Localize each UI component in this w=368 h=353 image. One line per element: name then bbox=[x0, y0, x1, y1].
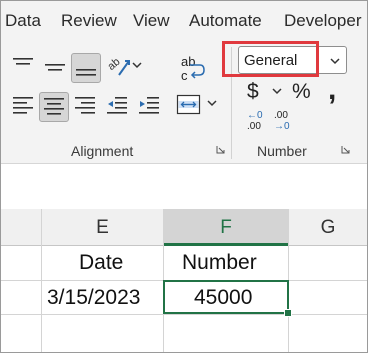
number-group-label: Number bbox=[257, 143, 307, 159]
decrease-decimal-top[interactable]: .00 bbox=[274, 111, 288, 121]
column-header-g[interactable]: G bbox=[289, 209, 367, 246]
center-align-button[interactable] bbox=[39, 92, 69, 122]
orientation-glyph: ab bbox=[105, 56, 122, 73]
orientation-icon[interactable]: ab bbox=[105, 53, 131, 79]
bottom-align-button[interactable] bbox=[71, 53, 101, 83]
ribbon-tab-bar: Data Review View Automate Developer bbox=[1, 1, 367, 41]
align-left-icon[interactable] bbox=[11, 94, 35, 116]
currency-format-button[interactable]: $ bbox=[247, 81, 259, 102]
ribbon: ab ab c Alignment General $ % , ←0 .00 .… bbox=[1, 41, 367, 164]
merge-chevron-down-icon[interactable] bbox=[207, 100, 217, 108]
number-format-chevron-down-icon bbox=[330, 58, 340, 65]
column-g-label: G bbox=[320, 217, 336, 238]
formula-area-blank bbox=[1, 164, 367, 209]
wrap-text-label-bottom: c bbox=[181, 68, 188, 83]
tab-developer[interactable]: Developer bbox=[284, 11, 362, 31]
annotation-highlight-box bbox=[222, 41, 319, 77]
alignment-dialog-launcher-icon[interactable] bbox=[216, 145, 225, 154]
tab-view[interactable]: View bbox=[133, 11, 170, 31]
align-right-icon[interactable] bbox=[73, 94, 97, 116]
increase-decimal-bottom[interactable]: .00 bbox=[247, 122, 261, 132]
number-dialog-launcher-icon[interactable] bbox=[341, 145, 350, 154]
currency-chevron-down-icon[interactable] bbox=[272, 88, 282, 96]
column-f-label: F bbox=[220, 217, 232, 238]
top-align-icon[interactable] bbox=[11, 55, 35, 77]
active-cell-selection[interactable] bbox=[163, 280, 289, 314]
percent-style-button[interactable]: % bbox=[292, 81, 311, 102]
increase-decimal-top[interactable]: ←0 bbox=[247, 111, 263, 121]
tab-review[interactable]: Review bbox=[61, 11, 117, 31]
comma-style-button[interactable]: , bbox=[328, 75, 336, 105]
increase-indent-icon[interactable] bbox=[137, 94, 161, 116]
cell-e-value[interactable]: 3/15/2023 bbox=[47, 286, 140, 310]
excel-window: Data Review View Automate Developer ab a… bbox=[0, 0, 368, 353]
column-e-label: E bbox=[96, 217, 109, 238]
cell-e-header[interactable]: Date bbox=[79, 251, 123, 275]
column-header-previous[interactable] bbox=[1, 209, 41, 246]
align-center-icon bbox=[44, 98, 64, 115]
tab-data[interactable]: Data bbox=[5, 11, 41, 31]
orientation-chevron-down-icon[interactable] bbox=[132, 62, 142, 70]
wrap-text-icon[interactable] bbox=[188, 63, 206, 85]
middle-align-icon[interactable] bbox=[43, 55, 67, 77]
tab-automate[interactable]: Automate bbox=[189, 11, 262, 31]
decrease-indent-icon[interactable] bbox=[105, 94, 129, 116]
decrease-decimal-bottom[interactable]: →0 bbox=[274, 122, 290, 132]
gridline bbox=[1, 314, 367, 315]
merge-center-icon[interactable] bbox=[176, 93, 202, 117]
bottom-align-icon bbox=[76, 69, 96, 76]
fill-handle[interactable] bbox=[284, 309, 292, 317]
cell-f-header[interactable]: Number bbox=[182, 251, 257, 275]
column-header-f[interactable]: F bbox=[164, 209, 288, 246]
alignment-group-label: Alignment bbox=[71, 143, 134, 159]
column-header-e[interactable]: E bbox=[42, 209, 163, 246]
